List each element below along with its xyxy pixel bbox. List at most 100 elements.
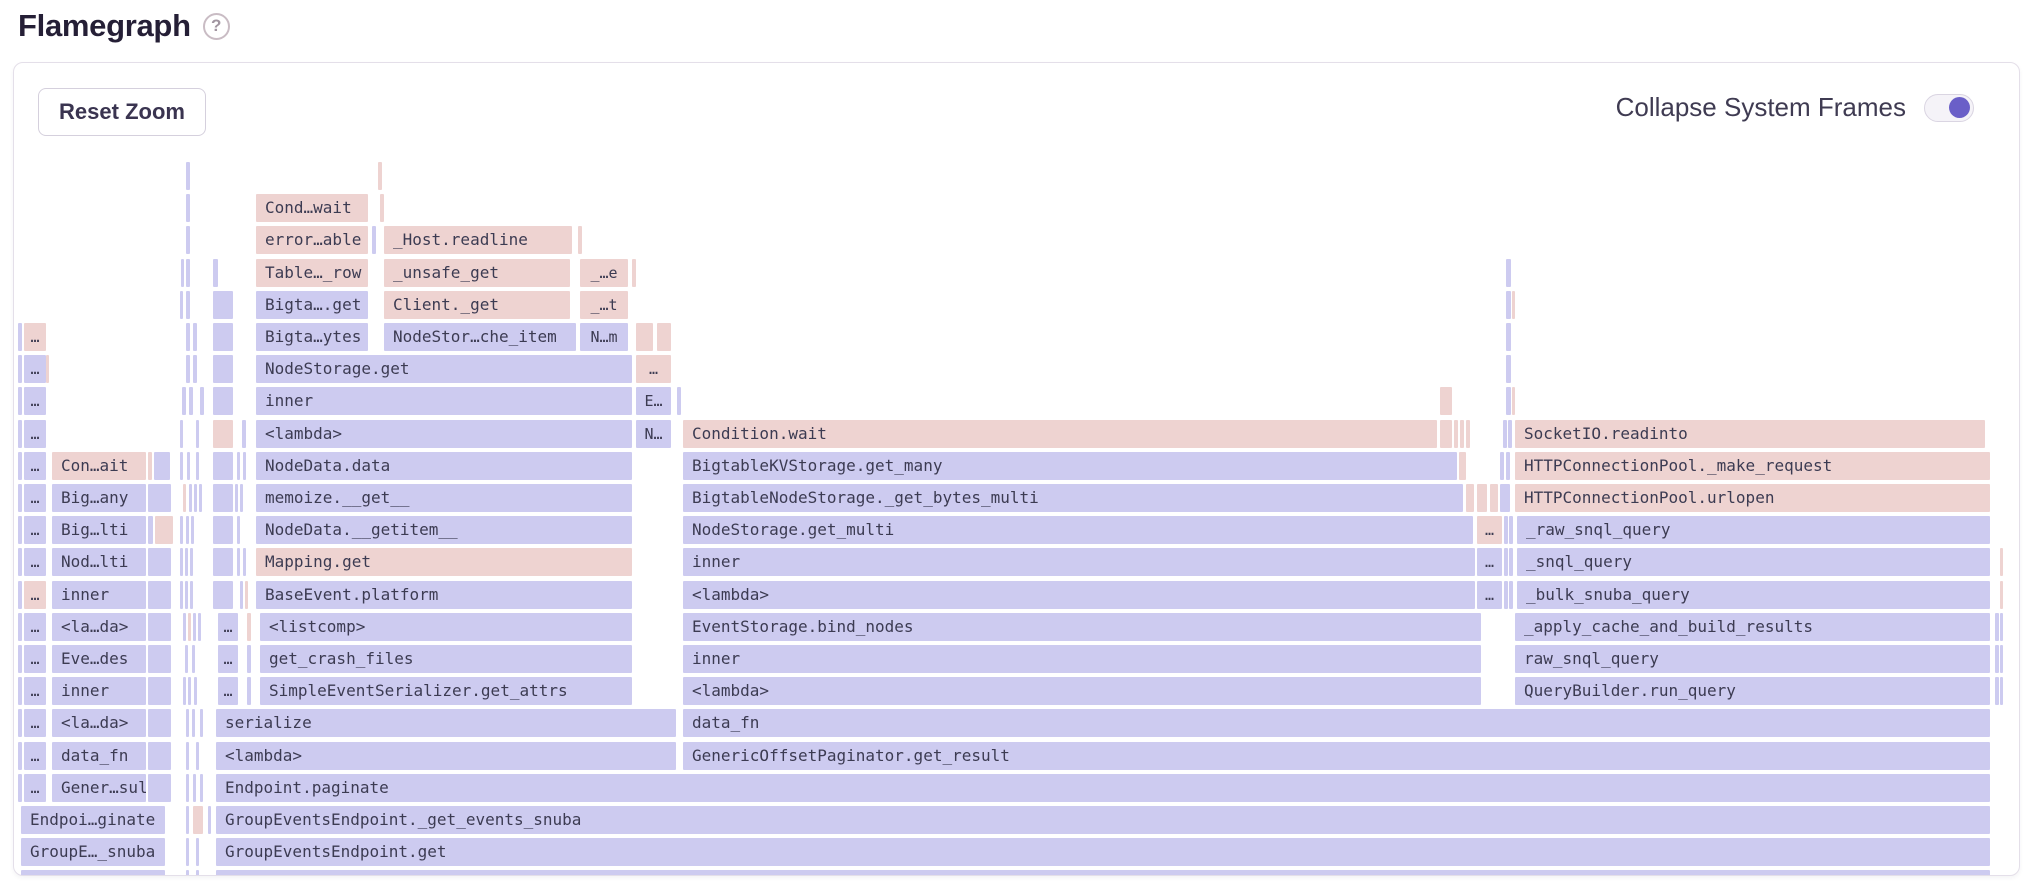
flame-frame[interactable] xyxy=(199,484,202,512)
flame-frame[interactable]: inner xyxy=(683,548,1475,576)
flame-frame[interactable] xyxy=(190,548,193,576)
flame-frame[interactable]: Con…ait xyxy=(52,452,146,480)
flame-frame[interactable] xyxy=(148,677,171,705)
flame-frame[interactable] xyxy=(189,484,192,512)
flame-frame[interactable]: raw_snql_query xyxy=(1515,645,1990,673)
flame-frame[interactable]: … xyxy=(1477,581,1502,609)
flame-frame[interactable] xyxy=(213,420,233,448)
flame-frame[interactable] xyxy=(247,613,251,641)
flame-frame[interactable] xyxy=(194,677,197,705)
flame-frame[interactable] xyxy=(1466,420,1470,448)
flame-frame[interactable] xyxy=(186,774,189,802)
flame-frame[interactable] xyxy=(188,677,191,705)
flame-frame[interactable] xyxy=(1440,420,1452,448)
flame-frame[interactable] xyxy=(1508,420,1512,448)
flame-frame[interactable] xyxy=(2000,613,2003,641)
flame-frame[interactable] xyxy=(191,516,194,544)
flame-frame[interactable]: <listcomp> xyxy=(260,613,632,641)
flame-frame[interactable] xyxy=(1995,677,1999,705)
flame-frame[interactable] xyxy=(1509,548,1513,576)
flame-frame[interactable]: inner xyxy=(683,645,1481,673)
flame-frame[interactable] xyxy=(185,581,188,609)
flame-frame[interactable] xyxy=(198,613,201,641)
flame-frame[interactable] xyxy=(18,452,22,480)
flame-frame[interactable]: NodeData.__getitem__ xyxy=(256,516,632,544)
flame-frame[interactable] xyxy=(187,452,190,480)
flame-frame[interactable] xyxy=(1504,581,1508,609)
flame-frame[interactable] xyxy=(677,387,681,415)
flame-frame[interactable]: BaseEvent.platform xyxy=(256,581,632,609)
flame-frame[interactable] xyxy=(243,548,246,576)
flame-frame[interactable] xyxy=(155,516,173,544)
flame-frame[interactable]: GroupE…_snuba xyxy=(21,838,165,866)
flame-frame[interactable]: _…t xyxy=(580,291,628,319)
flame-frame[interactable] xyxy=(208,806,211,834)
flame-frame[interactable]: serialize xyxy=(216,709,676,737)
flame-frame[interactable] xyxy=(237,516,240,544)
flame-frame[interactable]: HTTPConnectionPool._make_request xyxy=(1515,452,1990,480)
flame-frame[interactable] xyxy=(180,548,183,576)
flame-frame[interactable] xyxy=(188,613,191,641)
flame-frame[interactable]: Gener…sult xyxy=(52,774,146,802)
flame-frame[interactable]: memoize.__get__ xyxy=(256,484,632,512)
flame-frame[interactable] xyxy=(1490,484,1498,512)
flame-frame[interactable] xyxy=(578,226,582,254)
flame-frame[interactable] xyxy=(2000,645,2003,673)
flame-frame[interactable] xyxy=(1504,548,1508,576)
flame-frame[interactable] xyxy=(183,484,186,512)
flame-frame[interactable]: SocketIO.readinto xyxy=(1515,420,1985,448)
reset-zoom-button[interactable]: Reset Zoom xyxy=(38,88,206,136)
flame-frame[interactable]: N…m xyxy=(580,323,628,351)
flame-frame[interactable] xyxy=(18,420,22,448)
flame-frame[interactable]: BigtableNodeStorage._get_bytes_multi xyxy=(683,484,1463,512)
flame-frame[interactable] xyxy=(185,645,188,673)
flame-frame[interactable]: EventStorage.bind_nodes xyxy=(683,613,1481,641)
flame-frame[interactable] xyxy=(247,677,251,705)
flamegraph-canvas[interactable]: Cond…waiterror…able_Host.readlineTable…_… xyxy=(0,0,2036,875)
flame-frame[interactable] xyxy=(213,581,233,609)
flame-frame[interactable]: … xyxy=(218,645,238,673)
flame-frame[interactable] xyxy=(185,548,188,576)
flame-frame[interactable] xyxy=(148,742,171,770)
flame-frame[interactable] xyxy=(186,742,189,770)
flame-frame[interactable] xyxy=(213,291,233,319)
flame-frame[interactable]: … xyxy=(24,516,46,544)
flame-frame[interactable]: Client._get xyxy=(384,291,570,319)
flame-frame[interactable] xyxy=(186,870,189,875)
flame-frame[interactable] xyxy=(1459,452,1466,480)
flame-frame[interactable] xyxy=(193,774,196,802)
flame-frame[interactable]: _bulk_snuba_query xyxy=(1517,581,1990,609)
flame-frame[interactable] xyxy=(189,387,193,415)
flame-frame[interactable] xyxy=(2000,581,2003,609)
flame-frame[interactable]: inner xyxy=(256,387,632,415)
flame-frame[interactable] xyxy=(1506,323,1511,351)
flame-frame[interactable]: BigtableKVStorage.get_many xyxy=(683,452,1457,480)
flame-frame[interactable]: _raw_snql_query xyxy=(1517,516,1990,544)
flame-frame[interactable]: Nod…lti xyxy=(52,548,146,576)
flame-frame[interactable] xyxy=(1506,355,1511,383)
flame-frame[interactable]: HTTPConnectionPool.urlopen xyxy=(1515,484,1990,512)
flame-frame[interactable]: data_fn xyxy=(683,709,1990,737)
flame-frame[interactable] xyxy=(200,709,203,737)
flame-frame[interactable] xyxy=(148,581,171,609)
flame-frame[interactable] xyxy=(1995,645,1999,673)
flame-frame[interactable]: … xyxy=(636,355,671,383)
flame-frame[interactable] xyxy=(240,484,243,512)
flame-frame[interactable] xyxy=(180,452,183,480)
flame-frame[interactable] xyxy=(2000,548,2003,576)
flame-frame[interactable] xyxy=(1503,420,1507,448)
flame-frame[interactable]: … xyxy=(24,613,46,641)
flame-frame[interactable] xyxy=(1500,452,1504,480)
flame-frame[interactable] xyxy=(148,709,171,737)
flame-frame[interactable] xyxy=(18,742,22,770)
flame-frame[interactable] xyxy=(46,355,49,383)
flame-frame[interactable]: Endpoint.paginate xyxy=(216,774,1990,802)
flame-frame[interactable] xyxy=(1509,516,1513,544)
flame-frame[interactable] xyxy=(182,387,186,415)
flame-frame[interactable] xyxy=(1460,420,1464,448)
flame-frame[interactable]: Big…any xyxy=(52,484,146,512)
flame-frame[interactable] xyxy=(18,613,22,641)
flame-frame[interactable] xyxy=(1506,291,1511,319)
flame-frame[interactable] xyxy=(1440,387,1452,415)
flame-frame[interactable]: <lambda> xyxy=(683,581,1475,609)
